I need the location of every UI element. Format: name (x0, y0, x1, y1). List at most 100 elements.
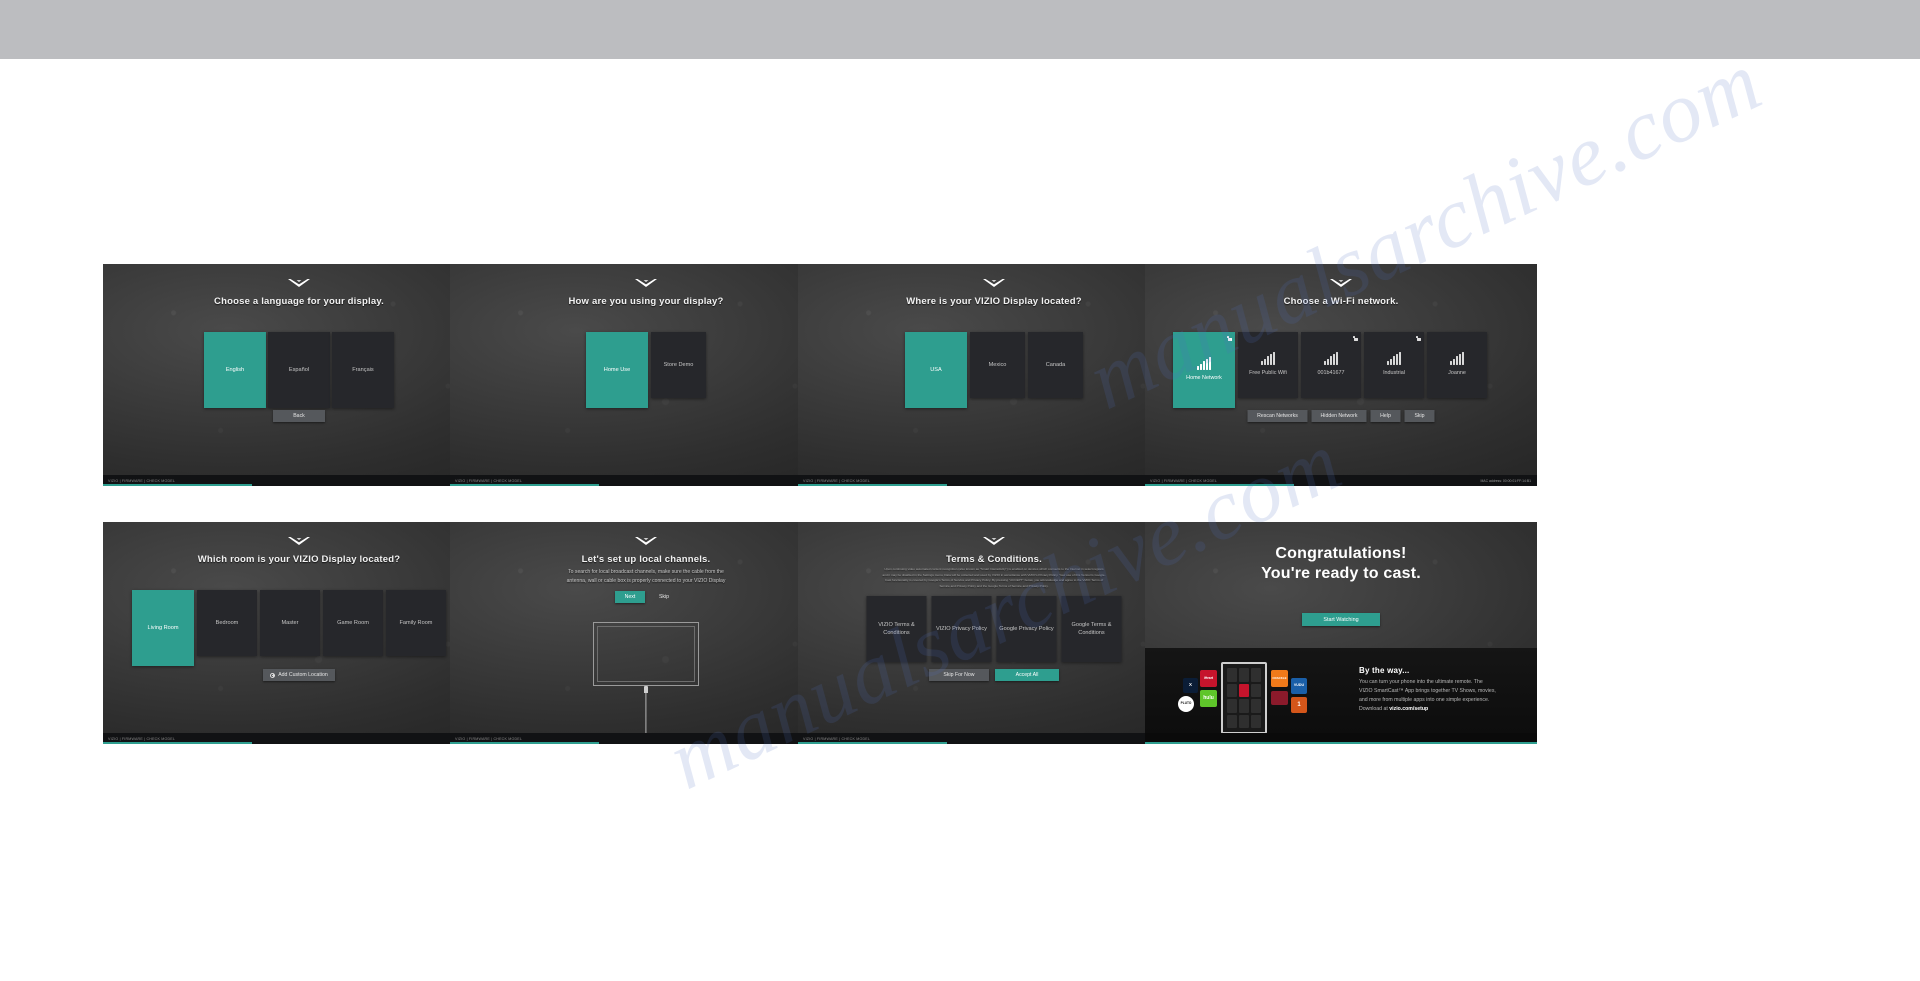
next-button[interactable]: Next (615, 591, 645, 603)
breadcrumb: VIZIO | FIRMWARE | CHECK MODEL (108, 736, 176, 741)
country-tile-canada[interactable]: Canada (1028, 332, 1083, 398)
wifi-tile-home-network[interactable]: Home Network (1173, 332, 1235, 408)
progress-indicator (450, 742, 599, 744)
room-tile-living-room[interactable]: Living Room (132, 590, 194, 666)
wifi-tile-free-public-wifi[interactable]: Free Public Wifi (1238, 332, 1298, 398)
signal-strength-icon (1324, 352, 1338, 366)
grid-cell (1251, 714, 1261, 728)
signal-strength-icon (1197, 357, 1211, 371)
wifi-network-row: Home Network Free Public Wifi 001b41677 (1173, 332, 1487, 408)
wifi-tile-joanne[interactable]: Joanne (1427, 332, 1487, 398)
page-title: How are you using your display? (568, 296, 724, 307)
vizio-logo-icon (287, 535, 311, 547)
tile-label: Mexico (988, 361, 1007, 368)
congrats-button-row: Start Watching (1302, 613, 1380, 626)
page-title: Congratulations! You're ready to cast. (1145, 544, 1537, 583)
room-tile-bedroom[interactable]: Bedroom (197, 590, 257, 656)
lock-icon (1226, 336, 1232, 341)
tile-label: Game Room (337, 619, 369, 626)
pluto-tv-app-icon: PLUTO (1178, 696, 1194, 712)
rescan-networks-button[interactable]: Rescan Networks (1247, 410, 1308, 422)
tile-label: Français (352, 366, 374, 373)
instruction-line-1: To search for local broadcast channels, … (568, 569, 724, 575)
app-label: X (1189, 682, 1192, 688)
terms-tile-vizio-privacy[interactable]: VIZIO Privacy Policy (931, 596, 992, 662)
tile-label: Español (288, 366, 310, 373)
language-tile-english[interactable]: English (204, 332, 266, 408)
phone-app-grid (1227, 668, 1261, 728)
button-label: Add Custom Location (278, 672, 328, 678)
signal-strength-icon (1261, 352, 1275, 366)
breadcrumb: VIZIO | FIRMWARE | CHECK MODEL (1150, 478, 1218, 483)
page-title: Choose a language for your display. (214, 296, 384, 307)
skip-button[interactable]: Skip (1404, 410, 1435, 422)
vizio-logo-icon (634, 277, 658, 289)
tv-illustration (593, 622, 699, 686)
room-tile-row: Living Room Bedroom Master Game Room Fam… (132, 590, 446, 666)
vudu-app-icon: VUDU (1291, 678, 1307, 694)
terms-tile-row: VIZIO Terms & Conditions VIZIO Privacy P… (866, 596, 1122, 662)
usage-tile-store-demo[interactable]: Store Demo (651, 332, 706, 398)
skip-for-now-button[interactable]: Skip For Now (929, 669, 989, 681)
back-button[interactable]: Back (273, 410, 325, 422)
room-button-row: Add Custom Location (263, 669, 335, 681)
wifi-tile-industrial[interactable]: Industrial (1364, 332, 1424, 398)
country-tile-mexico[interactable]: Mexico (970, 332, 1025, 398)
promo-line-1: You can turn your phone into the ultimat… (1359, 679, 1483, 685)
progress-indicator (103, 742, 252, 744)
progress-indicator (1145, 484, 1294, 486)
help-button[interactable]: Help (1370, 410, 1401, 422)
wifi-tile-001b41677[interactable]: 001b41677 (1301, 332, 1361, 398)
grid-cell (1251, 699, 1261, 713)
vizio-logo-icon (1329, 277, 1353, 289)
progress-indicator (1145, 742, 1537, 744)
download-link[interactable]: vizio.com/setup (1389, 706, 1428, 712)
hidden-network-button[interactable]: Hidden Network (1311, 410, 1367, 422)
terms-button-row: Skip For Now Accept All (929, 669, 1059, 681)
promo-line-3: and more from multiple apps into one sim… (1359, 696, 1490, 703)
room-tile-family-room[interactable]: Family Room (386, 590, 446, 656)
progress-indicator (103, 484, 252, 486)
progress-indicator (450, 484, 599, 486)
room-tile-game-room[interactable]: Game Room (323, 590, 383, 656)
tile-label: Google Terms & Conditions (1071, 621, 1112, 636)
accept-all-button[interactable]: Accept All (995, 669, 1059, 681)
wifi-label: Industrial (1383, 370, 1405, 377)
panel-language: Choose a language for your display. Engl… (103, 264, 495, 486)
start-watching-button[interactable]: Start Watching (1302, 613, 1380, 626)
promo-download-line: Download at vizio.com/setup (1359, 705, 1519, 714)
tile-label: Living Room (147, 624, 179, 631)
panel-country: Where is your VIZIO Display located? USA… (798, 264, 1190, 486)
lock-icon (1415, 336, 1421, 341)
panel-usage: How are you using your display? Home Use… (450, 264, 842, 486)
wifi-label: Joanne (1448, 370, 1466, 377)
app-label: VUDU (1293, 683, 1305, 688)
wifi-label: Home Network (1186, 375, 1222, 382)
terms-tile-vizio-terms[interactable]: VIZIO Terms & Conditions (866, 596, 927, 662)
tile-label: VIZIO Terms & Conditions (878, 621, 915, 636)
tile-label: Family Room (399, 619, 433, 626)
language-tile-francais[interactable]: Français (332, 332, 394, 408)
grid-cell (1227, 668, 1237, 682)
tile-label: USA (930, 366, 942, 373)
panel-room: Which room is your VIZIO Display located… (103, 522, 495, 744)
instruction-text: To search for local broadcast channels, … (567, 568, 726, 586)
country-tile-usa[interactable]: USA (905, 332, 967, 408)
tile-label: Google Privacy Policy (999, 625, 1054, 632)
tile-label: VIZIO Privacy Policy (936, 625, 987, 632)
usage-tile-home-use[interactable]: Home Use (586, 332, 648, 408)
language-tile-espanol[interactable]: Español (268, 332, 330, 408)
promo-scene: X PLUTO iHeart hulu CRACKLE VUDU 1 By th… (1145, 648, 1537, 734)
wifi-label: Free Public Wifi (1249, 370, 1287, 377)
progress-indicator (798, 742, 947, 744)
room-tile-master[interactable]: Master (260, 590, 320, 656)
skip-button[interactable]: Skip (651, 591, 677, 603)
add-custom-location-button[interactable]: Add Custom Location (263, 669, 335, 681)
wifi-label: 001b41677 (1317, 370, 1345, 377)
legal-text: Upon continuing video automated content … (824, 567, 1164, 590)
terms-tile-google-terms[interactable]: Google Terms & Conditions (1061, 596, 1122, 662)
vizio-logo-icon (287, 277, 311, 289)
terms-tile-google-privacy[interactable]: Google Privacy Policy (996, 596, 1057, 662)
breadcrumb: VIZIO | FIRMWARE | CHECK MODEL (455, 478, 523, 483)
tile-label: Bedroom (215, 619, 239, 626)
